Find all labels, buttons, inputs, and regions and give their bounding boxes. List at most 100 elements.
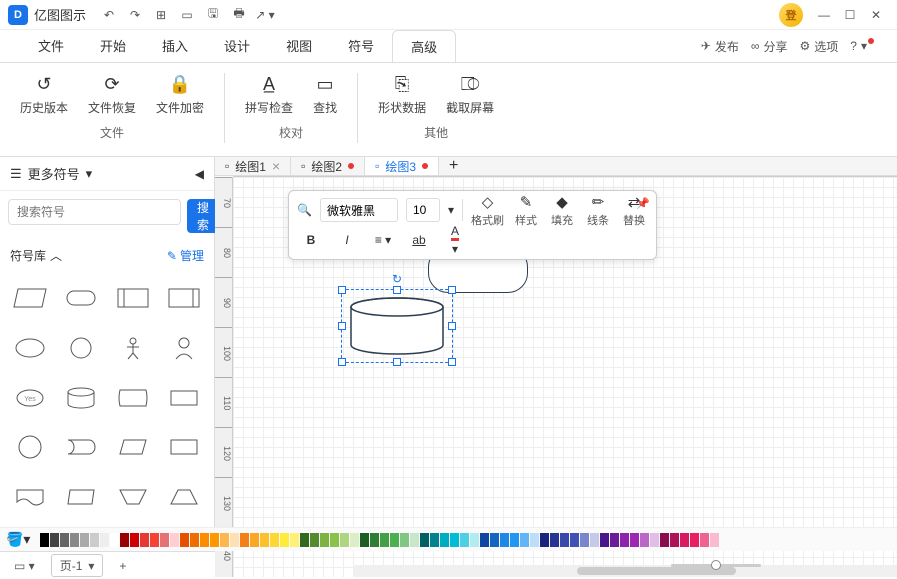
color-swatch[interactable]	[90, 533, 99, 547]
color-swatch[interactable]	[180, 533, 189, 547]
resize-handle[interactable]	[448, 322, 456, 330]
shape-stencil[interactable]	[109, 425, 157, 469]
color-swatch[interactable]	[590, 533, 599, 547]
shape-stencil[interactable]	[6, 326, 54, 370]
shape-stencil[interactable]	[6, 425, 54, 469]
menu-符号[interactable]: 符号	[330, 30, 392, 62]
resize-handle[interactable]	[448, 358, 456, 366]
page-view-button[interactable]: ▭ ▾	[8, 557, 41, 575]
font-size-input[interactable]	[406, 198, 440, 222]
bold-button[interactable]: B	[297, 227, 325, 253]
rotate-handle[interactable]: ↻	[392, 272, 402, 286]
shape-stencil[interactable]	[58, 425, 106, 469]
font-family-input[interactable]	[320, 198, 398, 222]
search-input[interactable]	[8, 199, 181, 225]
color-swatch[interactable]	[540, 533, 549, 547]
close-tab-button[interactable]: ×	[272, 158, 280, 174]
fill-bucket-button[interactable]: 🪣▾	[6, 531, 30, 548]
dropdown-icon[interactable]: ▾	[448, 203, 454, 217]
screenshot-button[interactable]: ⎄截取屏幕	[440, 69, 500, 120]
doc-tab[interactable]: ▫绘图2	[291, 157, 365, 175]
cylinder-shape[interactable]	[349, 297, 445, 355]
symbol-library-toggle[interactable]: 符号库︿	[10, 247, 62, 264]
underline-button[interactable]: ab	[405, 227, 433, 253]
publish-button[interactable]: ✈发布	[701, 38, 739, 55]
resize-handle[interactable]	[338, 322, 346, 330]
find-button[interactable]: ▭查找	[307, 69, 343, 120]
shape-stencil[interactable]	[58, 475, 106, 519]
color-swatch[interactable]	[700, 533, 709, 547]
shape-stencil[interactable]	[161, 376, 209, 420]
print-button[interactable]: 🖶	[228, 4, 250, 26]
color-swatch[interactable]	[280, 533, 289, 547]
shape-stencil[interactable]	[109, 475, 157, 519]
resize-handle[interactable]	[338, 286, 346, 294]
italic-button[interactable]: I	[333, 227, 361, 253]
color-swatch[interactable]	[680, 533, 689, 547]
shape-stencil[interactable]	[58, 376, 106, 420]
resize-handle[interactable]	[393, 286, 401, 294]
shape-stencil[interactable]	[161, 425, 209, 469]
color-swatch[interactable]	[320, 533, 329, 547]
options-button[interactable]: ⚙选项	[800, 38, 839, 55]
color-swatch[interactable]	[490, 533, 499, 547]
menu-高级[interactable]: 高级	[392, 30, 456, 62]
minimize-button[interactable]: —	[813, 4, 835, 26]
align-button[interactable]: ≡ ▾	[369, 227, 397, 253]
close-button[interactable]: ✕	[865, 4, 887, 26]
color-swatch[interactable]	[130, 533, 139, 547]
page-tab[interactable]: 页-1▾	[51, 554, 104, 577]
color-swatch[interactable]	[550, 533, 559, 547]
color-swatch[interactable]	[660, 533, 669, 547]
color-swatch[interactable]	[400, 533, 409, 547]
color-swatch[interactable]	[220, 533, 229, 547]
color-swatch[interactable]	[70, 533, 79, 547]
color-swatch[interactable]	[230, 533, 239, 547]
color-swatch[interactable]	[380, 533, 389, 547]
color-swatch[interactable]	[470, 533, 479, 547]
color-swatch[interactable]	[170, 533, 179, 547]
encrypt-button[interactable]: 🔒文件加密	[150, 69, 210, 120]
shapedata-button[interactable]: ⎘形状数据	[372, 69, 432, 120]
doc-tab[interactable]: ▫绘图3	[365, 157, 439, 175]
format-brush-button[interactable]: ◇格式刷	[471, 197, 504, 223]
color-swatch[interactable]	[80, 533, 89, 547]
manage-link[interactable]: ✎管理	[167, 247, 204, 264]
color-swatch[interactable]	[570, 533, 579, 547]
font-color-button[interactable]: A ▾	[441, 227, 469, 253]
spellcheck-button[interactable]: A̲拼写检查	[239, 69, 299, 120]
resize-handle[interactable]	[393, 358, 401, 366]
menu-开始[interactable]: 开始	[82, 30, 144, 62]
redo-button[interactable]: ↷	[124, 4, 146, 26]
undo-button[interactable]: ↶	[98, 4, 120, 26]
shape-stencil[interactable]	[161, 326, 209, 370]
shape-stencil[interactable]	[109, 326, 157, 370]
help-button[interactable]: ?▾	[850, 39, 877, 53]
doc-tab[interactable]: ▫绘图1×	[215, 157, 291, 175]
color-swatch[interactable]	[610, 533, 619, 547]
save-button[interactable]: 🖫	[202, 4, 224, 26]
color-swatch[interactable]	[620, 533, 629, 547]
shape-stencil[interactable]: Yes	[6, 376, 54, 420]
menu-插入[interactable]: 插入	[144, 30, 206, 62]
color-swatch[interactable]	[260, 533, 269, 547]
horizontal-scrollbar[interactable]	[353, 565, 897, 577]
color-swatch[interactable]	[140, 533, 149, 547]
color-swatch[interactable]	[530, 533, 539, 547]
restore-button[interactable]: ⟳文件恢复	[82, 69, 142, 120]
color-swatch[interactable]	[480, 533, 489, 547]
shape-stencil[interactable]	[6, 276, 54, 320]
shape-stencil[interactable]	[109, 376, 157, 420]
canvas[interactable]: ↻ 📌 🔍 ▾	[233, 177, 897, 577]
color-swatch[interactable]	[60, 533, 69, 547]
color-swatch[interactable]	[500, 533, 509, 547]
color-swatch[interactable]	[330, 533, 339, 547]
color-swatch[interactable]	[340, 533, 349, 547]
shape-stencil[interactable]	[109, 276, 157, 320]
share-button[interactable]: ∞分享	[751, 38, 788, 55]
color-swatch[interactable]	[360, 533, 369, 547]
history-button[interactable]: ↺历史版本	[14, 69, 74, 120]
color-swatch[interactable]	[50, 533, 59, 547]
open-button[interactable]: ▭	[176, 4, 198, 26]
color-swatch[interactable]	[410, 533, 419, 547]
